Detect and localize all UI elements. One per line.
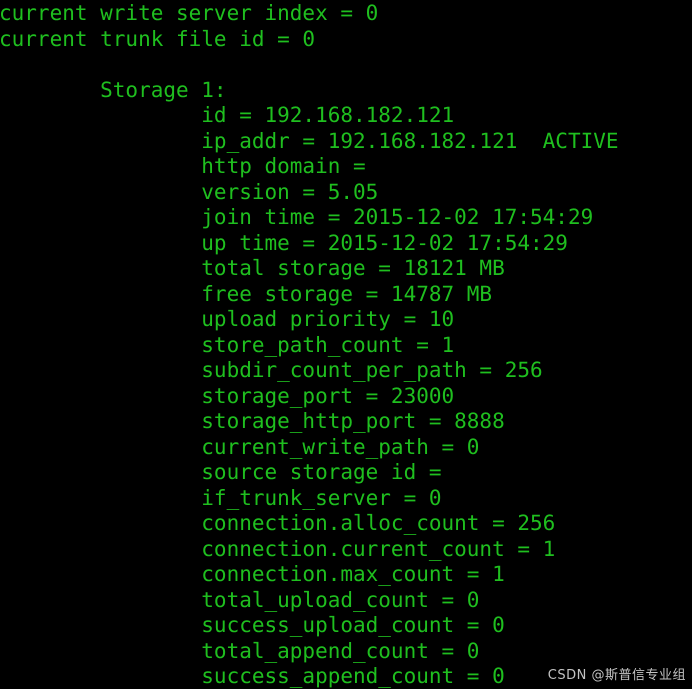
console-line-connection-current-count: connection.current_count = 1 xyxy=(0,536,556,561)
console-line-if-trunk-server: if_trunk_server = 0 xyxy=(0,485,442,510)
console-line-blank xyxy=(0,52,619,78)
console-line-source-storage-id: source storage id = xyxy=(0,460,455,484)
console-line-free-storage: free storage = 14787 MB xyxy=(0,281,493,306)
console-line-storage-header: Storage 1: xyxy=(0,77,227,102)
console-line-http-domain: http domain = xyxy=(0,154,379,178)
console-line: current trunk file id = 0 xyxy=(0,26,316,51)
console-output: current write server index = 0 current tr… xyxy=(0,1,619,689)
console-line-storage-port: storage_port = 23000 xyxy=(0,383,455,408)
console-line-connection-alloc-count: connection.alloc_count = 256 xyxy=(0,511,556,535)
console-line-total-upload-count: total_upload_count = 0 xyxy=(0,587,480,612)
console-line-current-write-path: current_write_path = 0 xyxy=(0,434,480,459)
console-line-ip-addr: ip_addr = 192.168.182.121 ACTIVE xyxy=(0,128,619,153)
console-line-version: version = 5.05 xyxy=(0,179,379,204)
console-line-connection-max-count: connection.max_count = 1 xyxy=(0,562,505,586)
console-line-storage-http-port: storage_http_port = 8888 xyxy=(0,409,505,433)
console-line-store-path-count: store_path_count = 1 xyxy=(0,332,455,357)
console-line-total-append-count: total_append_count = 0 xyxy=(0,638,480,663)
console-line-success-upload-count: success_upload_count = 0 xyxy=(0,613,505,637)
console-line-subdir-count-per-path: subdir_count_per_path = 256 xyxy=(0,358,543,382)
console-line-up-time: up time = 2015-12-02 17:54:29 xyxy=(0,230,568,255)
console-line-id: id = 192.168.182.121 xyxy=(0,103,455,127)
console-line-total-storage: total storage = 18121 MB xyxy=(0,256,505,280)
console-line-upload-priority: upload priority = 10 xyxy=(0,307,455,331)
terminal-window[interactable]: current write server index = 0 current tr… xyxy=(0,0,692,689)
watermark: CSDN @斯普信专业组 xyxy=(547,668,686,683)
console-line: current write server index = 0 xyxy=(0,1,379,25)
console-line-join-time: join time = 2015-12-02 17:54:29 xyxy=(0,205,594,229)
console-line-success-append-count: success_append_count = 0 xyxy=(0,664,505,688)
